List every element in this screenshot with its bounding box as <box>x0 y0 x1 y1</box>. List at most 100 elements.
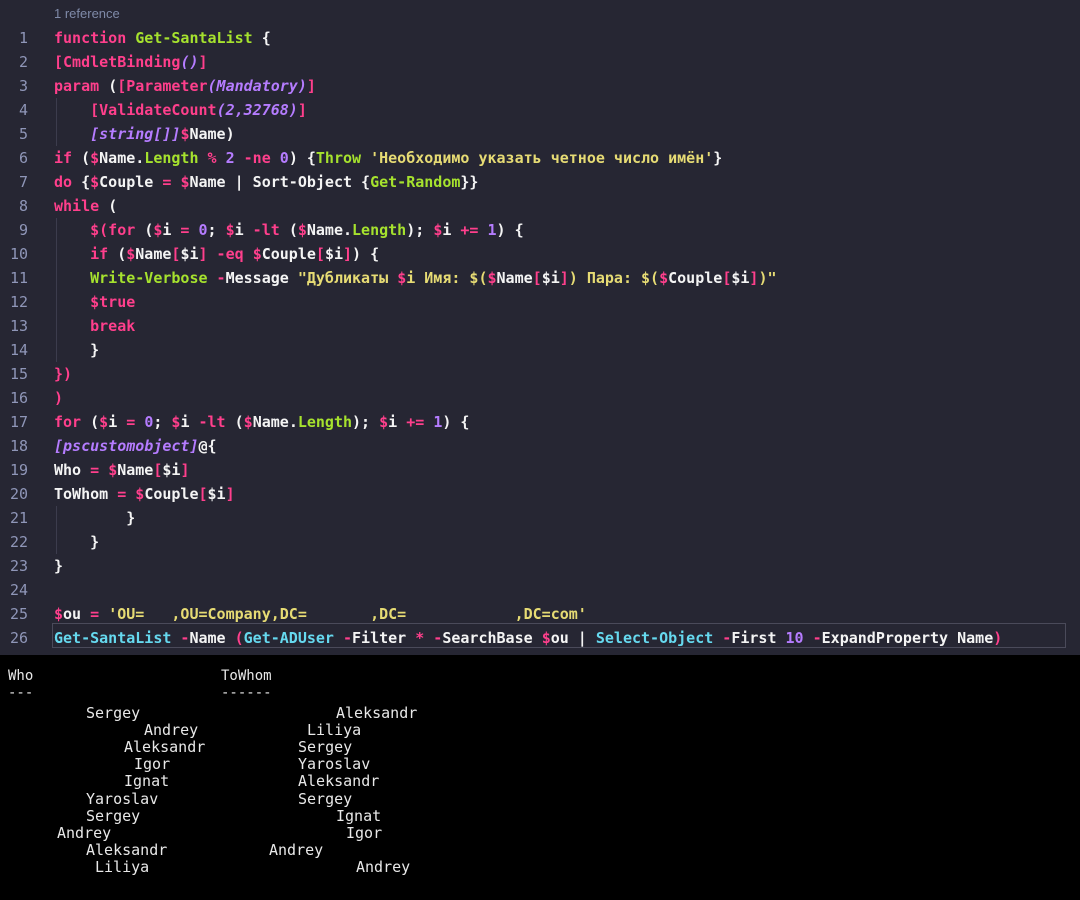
code-token: [pscustomobject] <box>54 437 199 455</box>
cell-towhom: Ignat <box>336 806 382 825</box>
cell-towhom: Aleksandr <box>298 772 380 791</box>
code-token: $ <box>90 149 100 167</box>
code-token: -lt <box>189 413 235 431</box>
code-editor[interactable]: 1 reference 1 2 3 4 5 6 7 8 9 10 11 12 13 14 15 16 17 18 1… <box>0 0 1080 655</box>
line-number: 12 <box>9 293 28 311</box>
line-number: 19 <box>9 461 28 479</box>
code-token: ] <box>198 245 208 263</box>
code-line[interactable]: ToWhom = $Couple[$i] <box>54 482 235 506</box>
code-line[interactable]: break <box>54 314 135 338</box>
code-token: Who <box>54 461 82 479</box>
code-token: -eq <box>207 245 253 263</box>
code-line[interactable]: Who = $Name[$i] <box>54 458 189 482</box>
code-line[interactable]: } <box>54 338 99 362</box>
code-token: = <box>81 461 109 479</box>
cell-towhom: Andrey <box>356 857 411 876</box>
code-token: Filter <box>352 629 416 647</box>
code-token: Message <box>225 269 298 287</box>
code-token: [ <box>532 269 542 287</box>
code-token: while <box>54 197 109 215</box>
code-token: [ <box>722 269 732 287</box>
code-token: ; <box>207 221 226 239</box>
code-line[interactable]: if ($Name[$i] -eq $Couple[$i]) { <box>54 242 379 266</box>
code-token: $ <box>243 413 253 431</box>
code-token: [string[]] <box>90 125 181 143</box>
line-number: 4 <box>18 101 28 119</box>
code-token: $ <box>99 413 109 431</box>
code-token: Get-SantaList <box>135 29 253 47</box>
code-token: += <box>451 221 488 239</box>
line-number: 23 <box>9 557 28 575</box>
code-token: } <box>54 509 136 527</box>
code-token: Name <box>117 461 154 479</box>
code-line[interactable]: [CmdletBinding()] <box>54 50 208 74</box>
code-line[interactable]: while ( <box>54 194 117 218</box>
code-token: . <box>343 221 353 239</box>
code-line[interactable]: Write-Verbose -Message "Дубликаты $i Имя… <box>54 266 777 290</box>
code-line[interactable]: [ValidateCount(2,32768)] <box>54 98 307 122</box>
code-token: $ <box>252 245 262 263</box>
code-token: i <box>108 413 118 431</box>
terminal-output[interactable]: Who ToWhom --- ------ Sergey Aleksandr And… <box>0 655 1080 900</box>
code-line[interactable]: $(for ($i = 0; $i -lt ($Name.Length); $i… <box>54 218 524 242</box>
cell-towhom: Igor <box>346 823 383 842</box>
code-token: - <box>171 629 190 647</box>
code-token: 'OU= ,OU=Company,DC= ,DC= ,DC=com' <box>108 605 587 623</box>
code-line[interactable]: for ($i = 0; $i -lt ($Name.Length); $i +… <box>54 410 469 434</box>
code-line[interactable]: } <box>54 554 63 578</box>
code-token: 1 <box>487 221 497 239</box>
code-token: Name <box>189 173 226 191</box>
cell-who: Aleksandr <box>124 738 206 757</box>
code-token: "Дубликаты <box>297 269 398 287</box>
code-token: Couple <box>99 173 154 191</box>
cell-towhom: Yaroslav <box>298 755 371 774</box>
code-line[interactable]: } <box>54 506 135 530</box>
codelens-references[interactable]: 1 reference <box>54 6 120 21</box>
code-token: Couple <box>668 269 723 287</box>
code-token: ( <box>234 629 244 647</box>
code-token: - <box>713 629 732 647</box>
code-token: function <box>54 29 136 47</box>
code-token: $i <box>162 461 181 479</box>
line-number: 15 <box>9 365 28 383</box>
code-token: Length <box>352 221 407 239</box>
cell-who: Andrey <box>144 721 199 740</box>
code-token: $true <box>90 293 136 311</box>
code-token: } <box>54 557 64 575</box>
code-token: ] <box>198 53 208 71</box>
code-line[interactable]: }) <box>54 362 72 386</box>
code-line[interactable]: function Get-SantaList { <box>54 26 271 50</box>
code-token: ] <box>343 245 353 263</box>
code-line[interactable]: [pscustomobject]@{ <box>54 434 217 458</box>
code-line[interactable]: [string[]]$Name) <box>54 122 235 146</box>
code-token: ( <box>234 413 244 431</box>
code-line[interactable]: param ([Parameter(Mandatory)] <box>54 74 316 98</box>
cell-who: Andrey <box>57 823 112 842</box>
code-line[interactable]: } <box>54 530 99 554</box>
code-line[interactable]: do {$Couple = $Name | Sort-Object {Get-R… <box>54 170 478 194</box>
cell-towhom: Aleksandr <box>336 704 418 722</box>
code-line[interactable]: ) <box>54 386 63 410</box>
line-number: 10 <box>9 245 28 263</box>
code-token: ou <box>63 605 82 623</box>
code-line[interactable]: $true <box>54 290 135 314</box>
code-token: $ <box>135 485 145 503</box>
code-token: $i <box>207 485 226 503</box>
code-token: $ <box>90 173 100 191</box>
cell-who: Aleksandr <box>86 840 168 859</box>
code-line[interactable]: if ($Name.Length % 2 -ne 0) {Throw 'Необ… <box>54 146 722 170</box>
code-token: for <box>54 413 91 431</box>
code-token: if <box>54 149 82 167</box>
code-token: )" <box>758 269 777 287</box>
code-token: Select-Object <box>595 629 714 647</box>
code-token: ou <box>550 629 569 647</box>
line-number: 16 <box>9 389 28 407</box>
code-line[interactable]: $ou = 'OU= ,OU=Company,DC= ,DC= ,DC=com' <box>54 602 587 626</box>
code-token: } <box>54 533 100 551</box>
code-token: = <box>153 173 181 191</box>
code-line[interactable]: Get-SantaList -Name (Get-ADUser -Filter … <box>54 626 1002 650</box>
code-token: ] <box>297 101 307 119</box>
